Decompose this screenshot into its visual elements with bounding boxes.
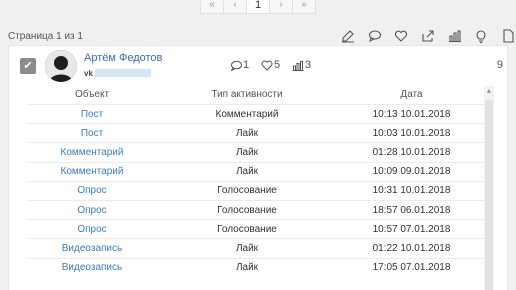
likes-count: 5 — [261, 59, 280, 71]
comments-count: 1 — [230, 59, 249, 71]
comments-count-value: 1 — [243, 59, 250, 71]
chart-icon[interactable] — [441, 27, 468, 44]
vk-profile-link[interactable] — [95, 69, 151, 77]
edit-icon[interactable] — [335, 27, 362, 44]
file-icon[interactable] — [495, 27, 516, 44]
activity-type: Лайк — [235, 166, 259, 178]
comment-icon — [230, 60, 242, 71]
page-info: Страница 1 из 1 — [8, 31, 83, 42]
select-checkbox[interactable]: ✔ — [20, 58, 36, 74]
activity-date: 10:57 07.01.2018 — [372, 223, 451, 235]
likes-count-value: 5 — [274, 59, 281, 71]
next-page-button[interactable]: › — [269, 0, 293, 14]
pagination: « ‹ 1 › » — [200, 0, 316, 14]
table-header: Объект Тип активности Дата — [27, 85, 486, 104]
activity-type: Голосование — [217, 204, 277, 216]
table-row: Комментарий Лайк 10:09 09.01.2018 — [27, 161, 486, 181]
object-link[interactable]: Видеозапись — [27, 262, 157, 273]
stats-count-value: 3 — [305, 59, 312, 71]
table-row: Комментарий Лайк 01:28 10.01.2018 — [27, 142, 486, 161]
comment-icon[interactable] — [362, 27, 389, 44]
activity-date: 17:05 07.01.2018 — [372, 262, 451, 274]
user-name-link[interactable]: Артём Федотов — [84, 52, 162, 64]
prev-page-button[interactable]: ‹ — [223, 0, 247, 14]
table-row: Опрос Голосование 18:57 06.01.2018 — [27, 199, 486, 219]
column-header-date: Дата — [400, 89, 423, 100]
table-row: Видеозапись Лайк 01:22 10.01.2018 — [27, 238, 486, 257]
column-header-activity-type: Тип активности — [211, 89, 283, 100]
activity-date: 18:57 06.01.2018 — [372, 204, 451, 216]
object-link[interactable]: Опрос — [27, 185, 157, 196]
heart-icon — [261, 60, 273, 71]
activity-date: 01:22 10.01.2018 — [372, 242, 451, 254]
activity-type: Лайк — [235, 127, 259, 139]
activity-date: 10:31 10.01.2018 — [372, 185, 451, 197]
activity-date: 10:03 10.01.2018 — [372, 127, 451, 139]
table-row: Опрос Голосование 10:57 07.01.2018 — [27, 219, 486, 238]
chart-icon — [292, 60, 304, 71]
object-link[interactable]: Пост — [27, 109, 157, 120]
table-row: Пост Лайк 10:03 10.01.2018 — [27, 123, 486, 142]
last-page-button[interactable]: » — [292, 0, 316, 14]
avatar[interactable] — [45, 50, 77, 82]
toolbar — [335, 27, 516, 44]
activity-type: Голосование — [217, 185, 277, 197]
table-row: Видеозапись Лайк 17:05 07.01.2018 — [27, 257, 486, 277]
object-link[interactable]: Комментарий — [27, 147, 157, 158]
stats-count: 3 — [292, 59, 311, 71]
heart-icon[interactable] — [388, 27, 415, 44]
page-1-button[interactable]: 1 — [246, 0, 270, 14]
activity-table: Объект Тип активности Дата Пост Коммента… — [27, 85, 486, 277]
column-header-object: Объект — [74, 89, 110, 100]
table-row: Пост Комментарий 10:13 10.01.2018 — [27, 104, 486, 123]
object-link[interactable]: Опрос — [27, 205, 157, 216]
table-row: Опрос Голосование 10:31 10.01.2018 — [27, 180, 486, 200]
activity-date: 01:28 10.01.2018 — [372, 146, 451, 158]
scroll-up-arrow-icon[interactable]: ▲ — [485, 88, 493, 95]
activity-type: Комментарий — [215, 108, 279, 120]
object-link[interactable]: Комментарий — [27, 166, 157, 177]
activity-date: 10:09 09.01.2018 — [372, 166, 451, 178]
activity-type: Голосование — [217, 223, 277, 235]
activity-type: Лайк — [235, 146, 259, 158]
lightbulb-icon[interactable] — [468, 27, 495, 44]
scrollbar-thumb[interactable] — [485, 100, 493, 290]
activity-type: Лайк — [235, 262, 259, 274]
object-link[interactable]: Опрос — [27, 224, 157, 235]
first-page-button[interactable]: « — [200, 0, 224, 14]
table-scrollbar[interactable]: ▲ — [484, 86, 494, 290]
activity-date: 10:13 10.01.2018 — [372, 108, 451, 120]
object-link[interactable]: Видеозапись — [27, 243, 157, 254]
object-link[interactable]: Пост — [27, 128, 157, 139]
share-icon[interactable] — [415, 27, 442, 44]
vk-icon: vk — [84, 69, 93, 78]
user-activity-card: ✔ Артём Федотов vk 1 5 3 9 Объект Тип ак… — [8, 45, 508, 290]
total-activity-count: 9 — [496, 59, 503, 71]
activity-type: Лайк — [235, 242, 259, 254]
